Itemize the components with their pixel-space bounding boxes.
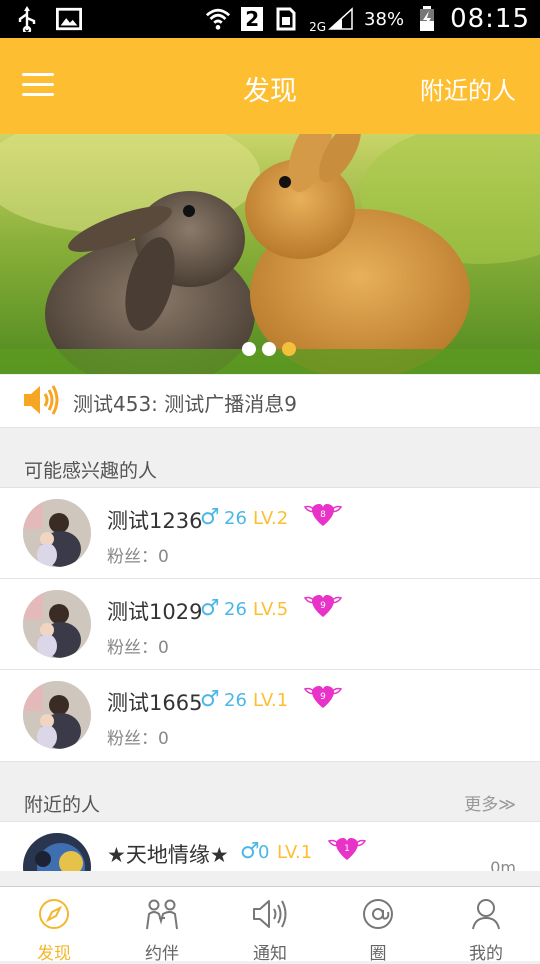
heart-number: 8 [320, 510, 326, 520]
heart-number: 9 [320, 692, 326, 702]
tab-label: 约伴 [145, 944, 179, 964]
nearby-people-button[interactable]: 附近的人 [420, 71, 516, 106]
heart-wings-icon: 1 [327, 835, 367, 867]
heart-number: 9 [320, 601, 326, 611]
battery-charging-icon [414, 6, 440, 32]
user-name: 测试1029 [107, 600, 203, 624]
user-age: 26 [224, 599, 247, 620]
fans-count: 粉丝：0 [107, 729, 169, 749]
tab-discover[interactable]: 发现 [0, 887, 108, 964]
user-age: 0 [258, 842, 270, 863]
heart-wings-icon: 9 [303, 683, 343, 715]
user-row[interactable]: 测试1236 ♂ 26 LV.2 8 粉丝：0 [0, 487, 540, 579]
tab-label: 通知 [253, 944, 287, 964]
battery-percent: 38% [364, 8, 405, 30]
broadcast-text: 测试453: 测试广播消息9 [73, 392, 297, 416]
user-age: 26 [224, 690, 247, 711]
companions-icon [146, 899, 178, 930]
user-row[interactable]: 测试1665 ♂ 26 LV.1 9 粉丝：0 [0, 669, 540, 761]
tab-label: 发现 [37, 944, 71, 964]
tab-mine[interactable]: 我的 [432, 887, 540, 964]
broadcast-bar[interactable]: 测试453: 测试广播消息9 [0, 375, 540, 428]
male-icon: ♂ [200, 596, 220, 621]
male-icon: ♂ [200, 687, 220, 712]
rabbits-photo [0, 134, 540, 374]
avatar [23, 833, 91, 871]
user-level: LV.1 [253, 690, 289, 711]
male-icon: ♂ [240, 839, 260, 864]
fans-count: 粉丝：0 [107, 638, 169, 658]
sim-card-icon [273, 6, 299, 32]
carousel-dot[interactable] [242, 342, 256, 356]
user-level: LV.1 [277, 842, 313, 863]
more-link[interactable]: 更多≫ [464, 790, 516, 815]
avatar [23, 681, 91, 749]
heart-wings-icon: 9 [303, 592, 343, 624]
tab-label: 圈 [369, 944, 387, 964]
section-header-interested: 可能感兴趣的人 [0, 427, 540, 488]
carousel-indicator [242, 342, 296, 356]
nearby-user-row[interactable]: ★天地情缘★ ♂ 0 LV.1 1 0m [0, 821, 540, 871]
avatar [23, 590, 91, 658]
heart-number: 1 [344, 844, 350, 854]
tab-circle[interactable]: 圈 [324, 887, 432, 964]
banner-carousel[interactable] [0, 134, 540, 374]
clock: 08:15 [450, 4, 530, 34]
section-header-nearby: 附近的人 更多≫ [0, 761, 540, 822]
heart-wings-icon: 8 [303, 501, 343, 533]
speaker-icon [253, 900, 287, 928]
distance: 0m [490, 858, 516, 871]
carousel-dot[interactable] [262, 342, 276, 356]
user-level: LV.5 [253, 599, 289, 620]
tab-notifications[interactable]: 通知 [216, 887, 324, 964]
signal-icon [328, 6, 354, 32]
user-level: LV.2 [253, 508, 289, 529]
user-name: ★天地情缘★ [107, 843, 229, 867]
user-name: 测试1236 [107, 509, 203, 533]
user-name: 测试1665 [107, 691, 203, 715]
section-title: 可能感兴趣的人 [24, 460, 158, 482]
status-bar: 2 2G 38% 08:15 [0, 0, 540, 38]
person-icon [472, 899, 500, 930]
section-title: 附近的人 [24, 794, 101, 816]
wifi-icon [205, 6, 231, 32]
carousel-dot-active[interactable] [282, 342, 296, 356]
fans-count: 粉丝：0 [107, 547, 169, 567]
tab-companions[interactable]: 约伴 [108, 887, 216, 964]
user-age: 26 [224, 508, 247, 529]
usb-icon [14, 6, 40, 32]
gallery-icon [56, 6, 82, 32]
bottom-nav: 发现 约伴 通知 圈 我的 [0, 886, 540, 964]
male-icon: ♂ [200, 505, 220, 530]
at-circle-icon [363, 899, 393, 929]
compass-icon [39, 899, 69, 929]
app-bar: 发现 附近的人 [0, 38, 540, 134]
avatar [23, 499, 91, 567]
speaker-icon [22, 383, 60, 421]
tab-label: 我的 [469, 944, 503, 964]
network-type: 2G [309, 20, 327, 34]
sim-slot-badge: 2 [241, 7, 264, 31]
user-row[interactable]: 测试1029 ♂ 26 LV.5 9 粉丝：0 [0, 578, 540, 670]
